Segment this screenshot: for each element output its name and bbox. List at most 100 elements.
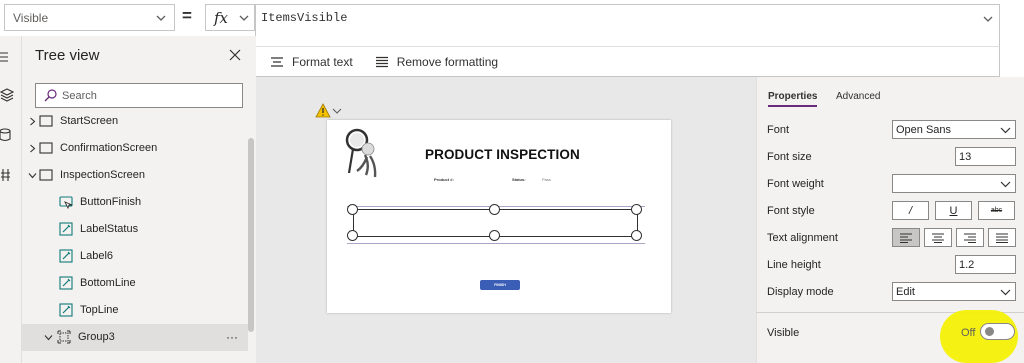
format-text-label: Format text xyxy=(292,54,353,69)
resize-handle[interactable] xyxy=(489,204,500,215)
visible-toggle-state: Off xyxy=(961,327,976,339)
font-dropdown[interactable]: Open Sans xyxy=(892,120,1016,139)
more-options-icon[interactable]: ··· xyxy=(226,330,238,344)
tree-item-label: ConfirmationScreen xyxy=(60,142,158,154)
font-size-value: 13 xyxy=(959,150,972,163)
status-value: Pass xyxy=(542,177,551,182)
display-mode-dropdown[interactable]: Edit xyxy=(892,282,1016,301)
align-justify-button[interactable] xyxy=(988,228,1016,247)
status-label: Status: xyxy=(512,177,526,182)
chevron-right-icon[interactable] xyxy=(28,144,37,153)
toggle-knob xyxy=(985,327,994,336)
finish-button[interactable]: FINISH xyxy=(480,280,520,290)
tree-item-label: LabelStatus xyxy=(80,223,139,235)
align-center-button[interactable] xyxy=(924,228,952,247)
resize-handle[interactable] xyxy=(631,230,642,241)
label-control-icon xyxy=(59,249,73,263)
tab-properties[interactable]: Properties xyxy=(768,91,818,107)
align-justify-icon xyxy=(996,233,1008,243)
database-icon[interactable] xyxy=(0,128,14,142)
inspector-figure-image xyxy=(345,128,377,178)
align-left-button[interactable] xyxy=(892,228,920,247)
tree-item-confirmationscreen[interactable]: ConfirmationScreen xyxy=(22,135,248,162)
screen-icon xyxy=(39,115,53,127)
tree-search-input[interactable]: Search xyxy=(35,83,243,108)
chevron-down-icon[interactable] xyxy=(44,333,53,342)
line-height-input[interactable]: 1.2 xyxy=(955,255,1016,274)
tree-scrollbar[interactable] xyxy=(248,138,254,332)
search-icon xyxy=(44,89,57,102)
font-style-label: Font style xyxy=(767,205,815,217)
property-selector[interactable]: Visible xyxy=(4,4,175,31)
remove-formatting-button[interactable]: Remove formatting xyxy=(375,55,498,69)
text-alignment-label: Text alignment xyxy=(767,232,838,244)
tree-item-labelstatus[interactable]: LabelStatus xyxy=(22,216,248,243)
menu-icon[interactable] xyxy=(0,50,14,64)
align-right-button[interactable] xyxy=(956,228,984,247)
chevron-down-icon[interactable] xyxy=(332,107,342,115)
tree-item-bottomline[interactable]: BottomLine xyxy=(22,270,248,297)
align-center-icon xyxy=(932,233,944,243)
tree-item-startscreen[interactable]: StartScreen xyxy=(22,108,248,135)
close-icon[interactable] xyxy=(228,48,242,62)
label-control-icon xyxy=(59,303,73,317)
visible-toggle[interactable] xyxy=(980,323,1015,340)
remove-formatting-icon xyxy=(375,56,388,67)
resize-handle[interactable] xyxy=(631,204,642,215)
chevron-down-icon xyxy=(239,15,249,21)
underline-button[interactable]: U xyxy=(935,201,972,220)
equals-sign: = xyxy=(182,6,192,25)
tree-item-label: Group3 xyxy=(78,331,115,343)
font-weight-dropdown[interactable] xyxy=(892,174,1016,193)
label-control-icon xyxy=(59,222,73,236)
resize-handle[interactable] xyxy=(347,230,358,241)
layers-icon[interactable] xyxy=(0,88,14,102)
warning-icon[interactable] xyxy=(315,103,331,118)
fx-button[interactable]: fx xyxy=(205,4,255,31)
chevron-down-icon xyxy=(1000,127,1011,134)
tree-view-title: Tree view xyxy=(35,47,100,64)
strikethrough-button[interactable]: abc xyxy=(978,201,1015,220)
variables-icon[interactable] xyxy=(0,168,14,182)
tree-item-label: StartScreen xyxy=(60,115,119,127)
screen-title: PRODUCT INSPECTION xyxy=(425,147,580,162)
tree-item-group3[interactable]: Group3 ··· xyxy=(22,324,248,351)
resize-handle[interactable] xyxy=(347,204,358,215)
tree-item-label: InspectionScreen xyxy=(60,169,145,181)
align-right-icon xyxy=(964,233,976,243)
bottom-line[interactable] xyxy=(347,243,645,244)
tree-item-label: TopLine xyxy=(80,304,119,316)
property-selector-value: Visible xyxy=(13,10,49,25)
font-label: Font xyxy=(767,124,790,136)
resize-handle[interactable] xyxy=(489,230,500,241)
italic-button[interactable]: / xyxy=(892,201,929,220)
chevron-right-icon[interactable] xyxy=(28,117,37,126)
tab-advanced[interactable]: Advanced xyxy=(836,91,880,102)
formula-input[interactable]: ItemsVisible xyxy=(255,4,1000,46)
tree-item-inspectionscreen[interactable]: InspectionScreen xyxy=(22,162,248,189)
chevron-down-icon[interactable] xyxy=(28,171,37,180)
chevron-down-icon xyxy=(156,15,166,21)
format-text-button[interactable]: Format text xyxy=(270,55,353,69)
chevron-down-icon xyxy=(1000,289,1011,296)
search-placeholder: Search xyxy=(62,89,97,102)
tree-item-label: ButtonFinish xyxy=(80,196,142,208)
font-size-input[interactable]: 13 xyxy=(955,147,1016,166)
line-height-value: 1.2 xyxy=(959,258,975,271)
expand-formula-icon[interactable] xyxy=(982,13,994,25)
display-mode-value: Edit xyxy=(896,285,915,298)
remove-formatting-label: Remove formatting xyxy=(396,54,499,69)
tree-item-topline[interactable]: TopLine xyxy=(22,297,248,324)
product-label: Product #: xyxy=(434,177,454,182)
tree-item-buttonfinish[interactable]: ButtonFinish xyxy=(22,189,248,216)
screen-icon xyxy=(39,169,53,181)
tree-item-label: Label6 xyxy=(80,250,114,262)
font-size-label: Font size xyxy=(767,151,812,163)
screen-icon xyxy=(39,142,53,154)
button-control-icon xyxy=(59,196,73,209)
tree-item-label: BottomLine xyxy=(80,277,136,289)
fx-label: fx xyxy=(214,8,229,27)
formula-text: ItemsVisible xyxy=(261,11,348,25)
tree-item-label6[interactable]: Label6 xyxy=(22,243,248,270)
visible-label: Visible xyxy=(767,327,800,339)
